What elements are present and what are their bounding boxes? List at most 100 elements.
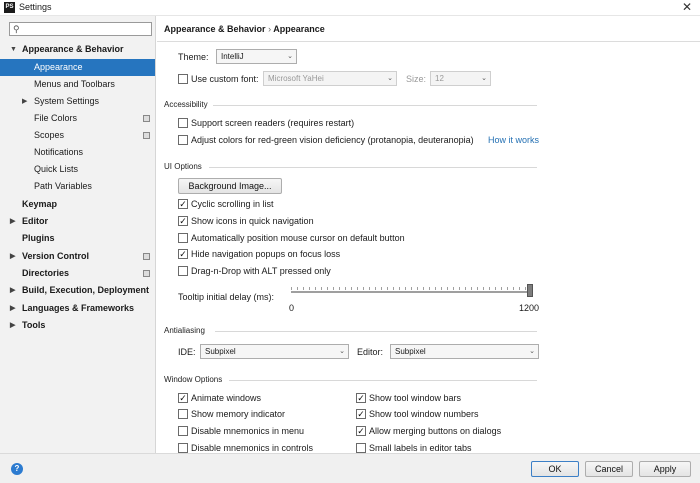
slider-thumb[interactable]: [527, 284, 533, 297]
checkbox-box[interactable]: [178, 74, 188, 84]
check-icon[interactable]: ✓: [178, 216, 188, 226]
sidebar-item-keymap[interactable]: Keymap: [0, 196, 155, 213]
antialiasing-section-title: Antialiasing: [164, 326, 205, 335]
checkbox-box[interactable]: [178, 233, 188, 243]
search-box[interactable]: ⚲: [9, 22, 152, 36]
project-level-icon: [143, 132, 150, 139]
check-icon[interactable]: ✓: [178, 199, 188, 209]
sidebar-item-build-execution-deployment[interactable]: ▶ Build, Execution, Deployment: [0, 282, 155, 299]
slider-tick: [507, 287, 508, 290]
editor-aa-select[interactable]: Subpixel ⌄: [390, 344, 539, 359]
screen-readers-label: Support screen readers (requires restart…: [191, 118, 355, 128]
slider-tick: [519, 287, 520, 290]
tooltip-delay-label: Tooltip initial delay (ms):: [178, 292, 275, 302]
slider-tick: [477, 287, 478, 290]
accessibility-section-title: Accessibility: [164, 100, 208, 109]
slider-tick: [297, 287, 298, 290]
checkbox-box[interactable]: [178, 426, 188, 436]
slider-min-label: 0: [289, 303, 295, 313]
sidebar-item-plugins[interactable]: Plugins: [0, 230, 155, 247]
ide-aa-select[interactable]: Subpixel ⌄: [200, 344, 349, 359]
slider-tick: [357, 287, 358, 290]
sidebar-item-menus-toolbars[interactable]: Menus and Toolbars: [0, 76, 155, 93]
collapsed-arrow-icon[interactable]: ▶: [10, 248, 15, 265]
font-size-select[interactable]: 12 ⌄: [430, 71, 491, 86]
sidebar-item-notifications[interactable]: Notifications: [0, 144, 155, 161]
sidebar-item-quick-lists[interactable]: Quick Lists: [0, 161, 155, 178]
sidebar-item-appearance[interactable]: Appearance: [0, 59, 155, 76]
hide-popups-label: Hide navigation popups on focus loss: [191, 249, 341, 259]
font-size-value: 12: [435, 74, 444, 83]
check-icon[interactable]: ✓: [178, 393, 188, 403]
window-title: Settings: [19, 2, 52, 12]
sidebar-item-editor[interactable]: ▶ Editor: [0, 213, 155, 230]
check-icon[interactable]: ✓: [356, 409, 366, 419]
checkbox-box[interactable]: [178, 443, 188, 453]
slider-tick: [465, 287, 466, 290]
checkbox-box[interactable]: [356, 443, 366, 453]
sidebar-item-file-colors[interactable]: File Colors: [0, 110, 155, 127]
project-level-icon: [143, 270, 150, 277]
checkbox-box[interactable]: [178, 266, 188, 276]
ui-options-section-title: UI Options: [164, 162, 202, 171]
expanded-arrow-icon[interactable]: ▼: [10, 41, 17, 58]
sidebar-item-version-control[interactable]: ▶ Version Control: [0, 248, 155, 265]
check-icon[interactable]: ✓: [178, 249, 188, 259]
collapsed-arrow-icon[interactable]: ▶: [10, 317, 15, 334]
drag-drop-alt-label: Drag-n-Drop with ALT pressed only: [191, 266, 331, 276]
sidebar-item-label: Keymap: [22, 199, 58, 209]
slider-tick: [291, 287, 292, 290]
chevron-down-icon: ⌄: [339, 348, 345, 355]
sidebar-item-label: System Settings: [34, 96, 100, 106]
slider-tick: [387, 287, 388, 290]
checkbox-box[interactable]: [178, 409, 188, 419]
sidebar-item-system-settings[interactable]: ▶ System Settings: [0, 93, 155, 110]
sidebar-item-label: Notifications: [34, 147, 84, 157]
slider-tick: [321, 287, 322, 290]
search-input[interactable]: [24, 24, 150, 34]
collapsed-arrow-icon[interactable]: ▶: [10, 300, 15, 317]
collapsed-arrow-icon[interactable]: ▶: [22, 93, 27, 110]
chevron-down-icon: ⌄: [387, 75, 393, 82]
slider-tick: [351, 287, 352, 290]
sidebar-item-label: Appearance: [34, 62, 83, 72]
ide-aa-label: IDE:: [178, 347, 196, 357]
help-icon[interactable]: ?: [11, 463, 23, 475]
collapsed-arrow-icon[interactable]: ▶: [10, 282, 15, 299]
slider-tick: [315, 287, 316, 290]
slider-track[interactable]: [291, 291, 531, 293]
sidebar-item-directories[interactable]: Directories: [0, 265, 155, 282]
sidebar-item-label: Quick Lists: [34, 164, 79, 174]
sidebar-item-tools[interactable]: ▶ Tools: [0, 317, 155, 334]
sidebar-item-languages-frameworks[interactable]: ▶ Languages & Frameworks: [0, 300, 155, 317]
apply-button[interactable]: Apply: [639, 461, 691, 477]
breadcrumb-separator-icon: ›: [268, 24, 272, 34]
slider-tick: [369, 287, 370, 290]
section-divider: [209, 167, 537, 168]
breadcrumb-parent[interactable]: Appearance & Behavior: [164, 24, 266, 34]
sidebar-item-path-variables[interactable]: Path Variables: [0, 178, 155, 195]
sidebar-item-appearance-behavior[interactable]: ▼ Appearance & Behavior: [0, 41, 155, 58]
font-select[interactable]: Microsoft YaHei ⌄: [263, 71, 397, 86]
slider-max-label: 1200: [519, 303, 540, 313]
checkbox-box[interactable]: [178, 118, 188, 128]
check-icon[interactable]: ✓: [356, 393, 366, 403]
background-image-button[interactable]: Background Image...: [178, 178, 282, 194]
slider-tick: [525, 287, 526, 290]
slider-tick: [303, 287, 304, 290]
check-icon[interactable]: ✓: [356, 426, 366, 436]
collapsed-arrow-icon[interactable]: ▶: [10, 213, 15, 230]
cancel-button[interactable]: Cancel: [585, 461, 633, 477]
sidebar-item-scopes[interactable]: Scopes: [0, 127, 155, 144]
ok-button[interactable]: OK: [531, 461, 579, 477]
search-icon: ⚲: [13, 24, 20, 34]
checkbox-box[interactable]: [178, 135, 188, 145]
window-options-section-title: Window Options: [164, 375, 223, 384]
close-icon[interactable]: ✕: [682, 0, 692, 14]
theme-select[interactable]: IntelliJ ⌄: [216, 49, 297, 64]
sidebar-item-label: Languages & Frameworks: [22, 303, 135, 313]
how-it-works-link[interactable]: How it works: [488, 135, 539, 145]
slider-tick: [447, 287, 448, 290]
section-divider: [215, 331, 537, 332]
slider-tick: [399, 287, 400, 290]
